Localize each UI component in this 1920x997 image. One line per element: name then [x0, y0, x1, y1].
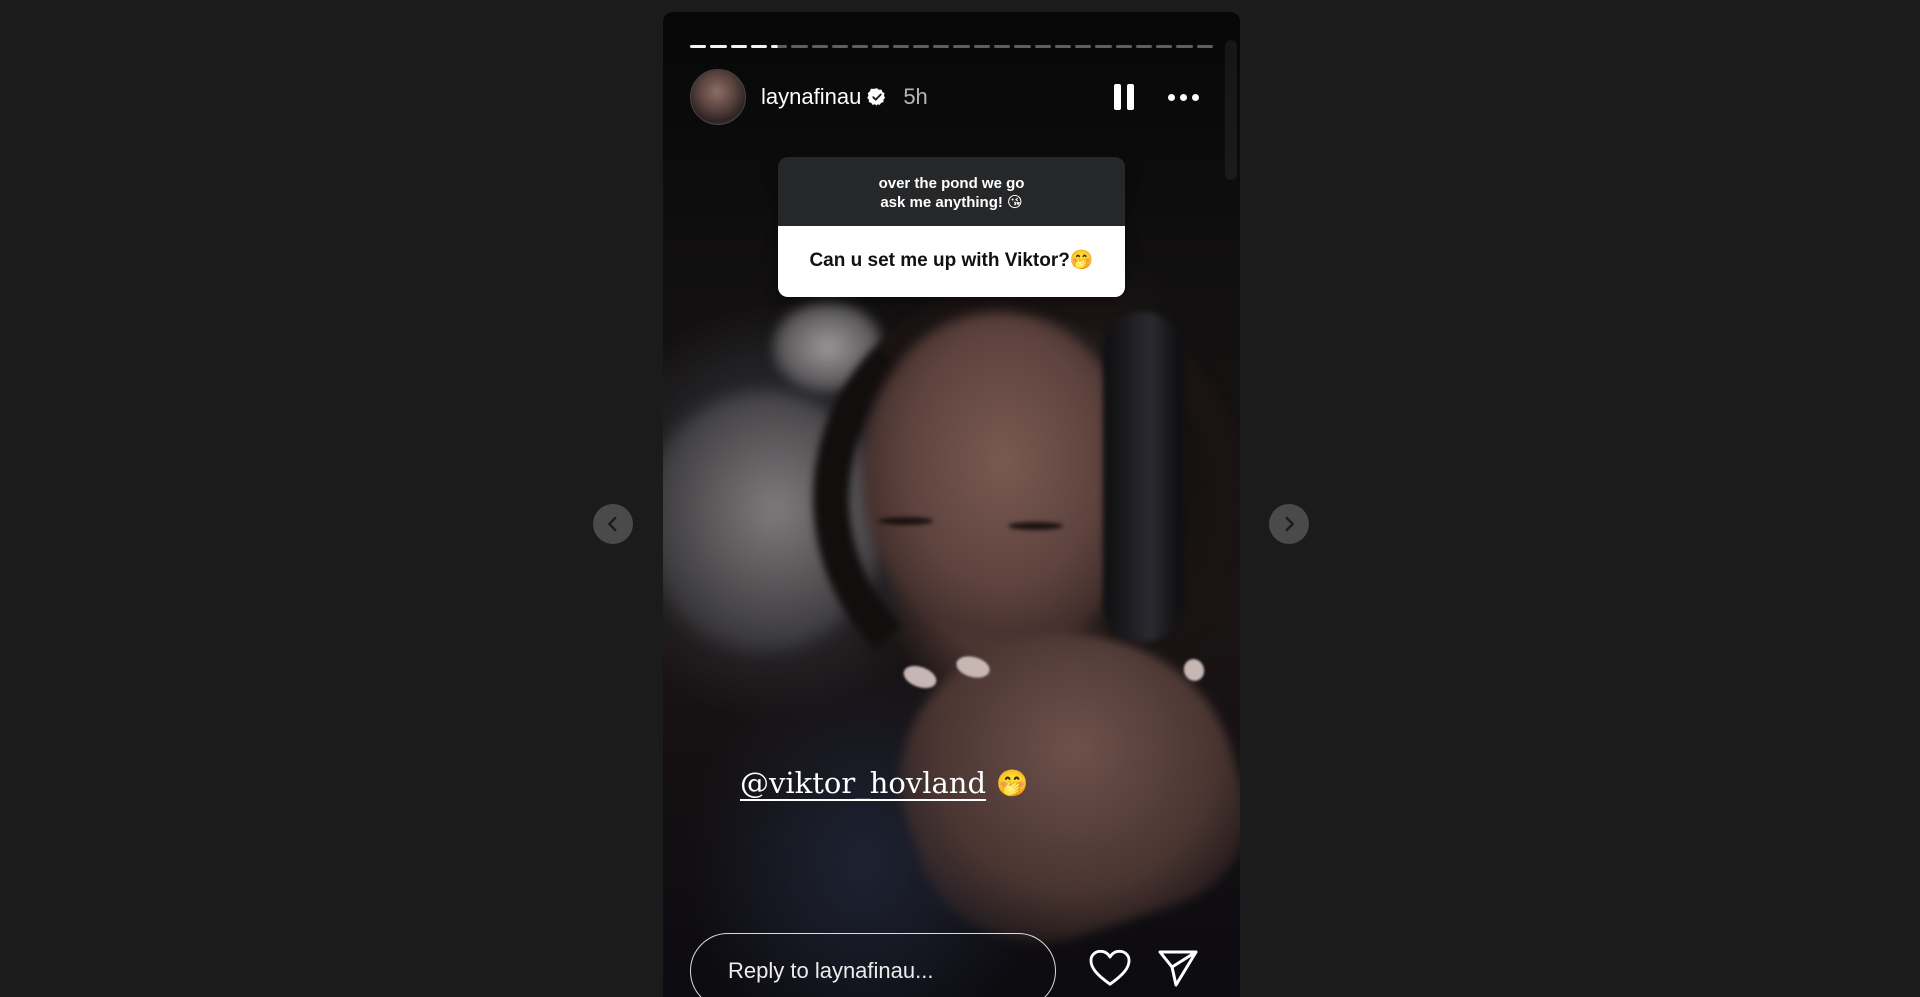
- next-story-button[interactable]: [1269, 504, 1309, 544]
- progress-segment: [690, 45, 707, 48]
- progress-segment: [953, 45, 970, 48]
- progress-segment: [710, 45, 727, 48]
- username[interactable]: laynafinau: [761, 84, 861, 110]
- question-prompt-line1: over the pond we go: [878, 175, 1025, 192]
- progress-segment: [791, 45, 808, 48]
- pause-icon[interactable]: [1114, 84, 1134, 110]
- story-card[interactable]: laynafinau 5h over the pond we go ask me…: [663, 12, 1240, 997]
- progress-segment: [1135, 45, 1153, 48]
- story-timestamp: 5h: [903, 84, 928, 109]
- progress-segment: [730, 45, 747, 48]
- avatar[interactable]: [690, 69, 746, 125]
- progress-segment: [1176, 45, 1193, 48]
- question-sticker: over the pond we go ask me anything! 😘 C…: [778, 157, 1125, 297]
- verified-badge-icon: [867, 88, 886, 106]
- progress-segment: [1075, 45, 1092, 48]
- reply-field[interactable]: [690, 933, 1056, 997]
- left-eye-shape: [878, 517, 933, 525]
- progress-segment: [771, 45, 788, 48]
- mention-handle[interactable]: @viktor_hovland: [740, 766, 986, 800]
- question-prompt-line2: ask me anything! 😘: [880, 194, 1023, 211]
- progress-segment: [933, 45, 950, 48]
- mention-emoji: 🤭: [996, 768, 1029, 798]
- previous-story-button[interactable]: [593, 504, 633, 544]
- progress-segment: [1014, 45, 1031, 48]
- progress-segment: [993, 45, 1011, 48]
- progress-segment: [1156, 45, 1173, 48]
- header-actions: [1114, 84, 1199, 110]
- progress-segment: [912, 45, 930, 48]
- progress-segment: [1115, 45, 1132, 48]
- progress-segment: [1034, 45, 1051, 48]
- question-prompt: over the pond we go ask me anything! 😘: [778, 157, 1125, 226]
- progress-segment: [892, 45, 909, 48]
- more-options-icon[interactable]: [1168, 93, 1199, 101]
- right-eye-shape: [1008, 522, 1063, 530]
- mention-sticker[interactable]: @viktor_hovland 🤭: [740, 766, 1028, 800]
- progress-segment: [852, 45, 869, 48]
- reply-input[interactable]: [726, 957, 1030, 985]
- progress-segment: [1054, 45, 1072, 48]
- story-viewer: laynafinau 5h over the pond we go ask me…: [0, 0, 1920, 997]
- send-icon[interactable]: [1156, 948, 1200, 988]
- progress-segment: [1196, 45, 1213, 48]
- progress-segment: [750, 45, 768, 48]
- headphones-shape: [1103, 312, 1183, 642]
- progress-segment: [872, 45, 889, 48]
- progress-segment: [1095, 45, 1112, 48]
- next-story-edge: [1225, 40, 1237, 180]
- progress-segment: [973, 45, 990, 48]
- chevron-left-icon: [608, 516, 617, 532]
- question-answer: Can u set me up with Viktor?🤭: [778, 226, 1125, 297]
- story-progress-bar: [690, 45, 1213, 48]
- heart-icon[interactable]: [1087, 948, 1133, 988]
- chevron-right-icon: [1285, 516, 1294, 532]
- progress-segment: [831, 45, 849, 48]
- story-header: laynafinau 5h: [690, 69, 1213, 125]
- progress-segment: [811, 45, 828, 48]
